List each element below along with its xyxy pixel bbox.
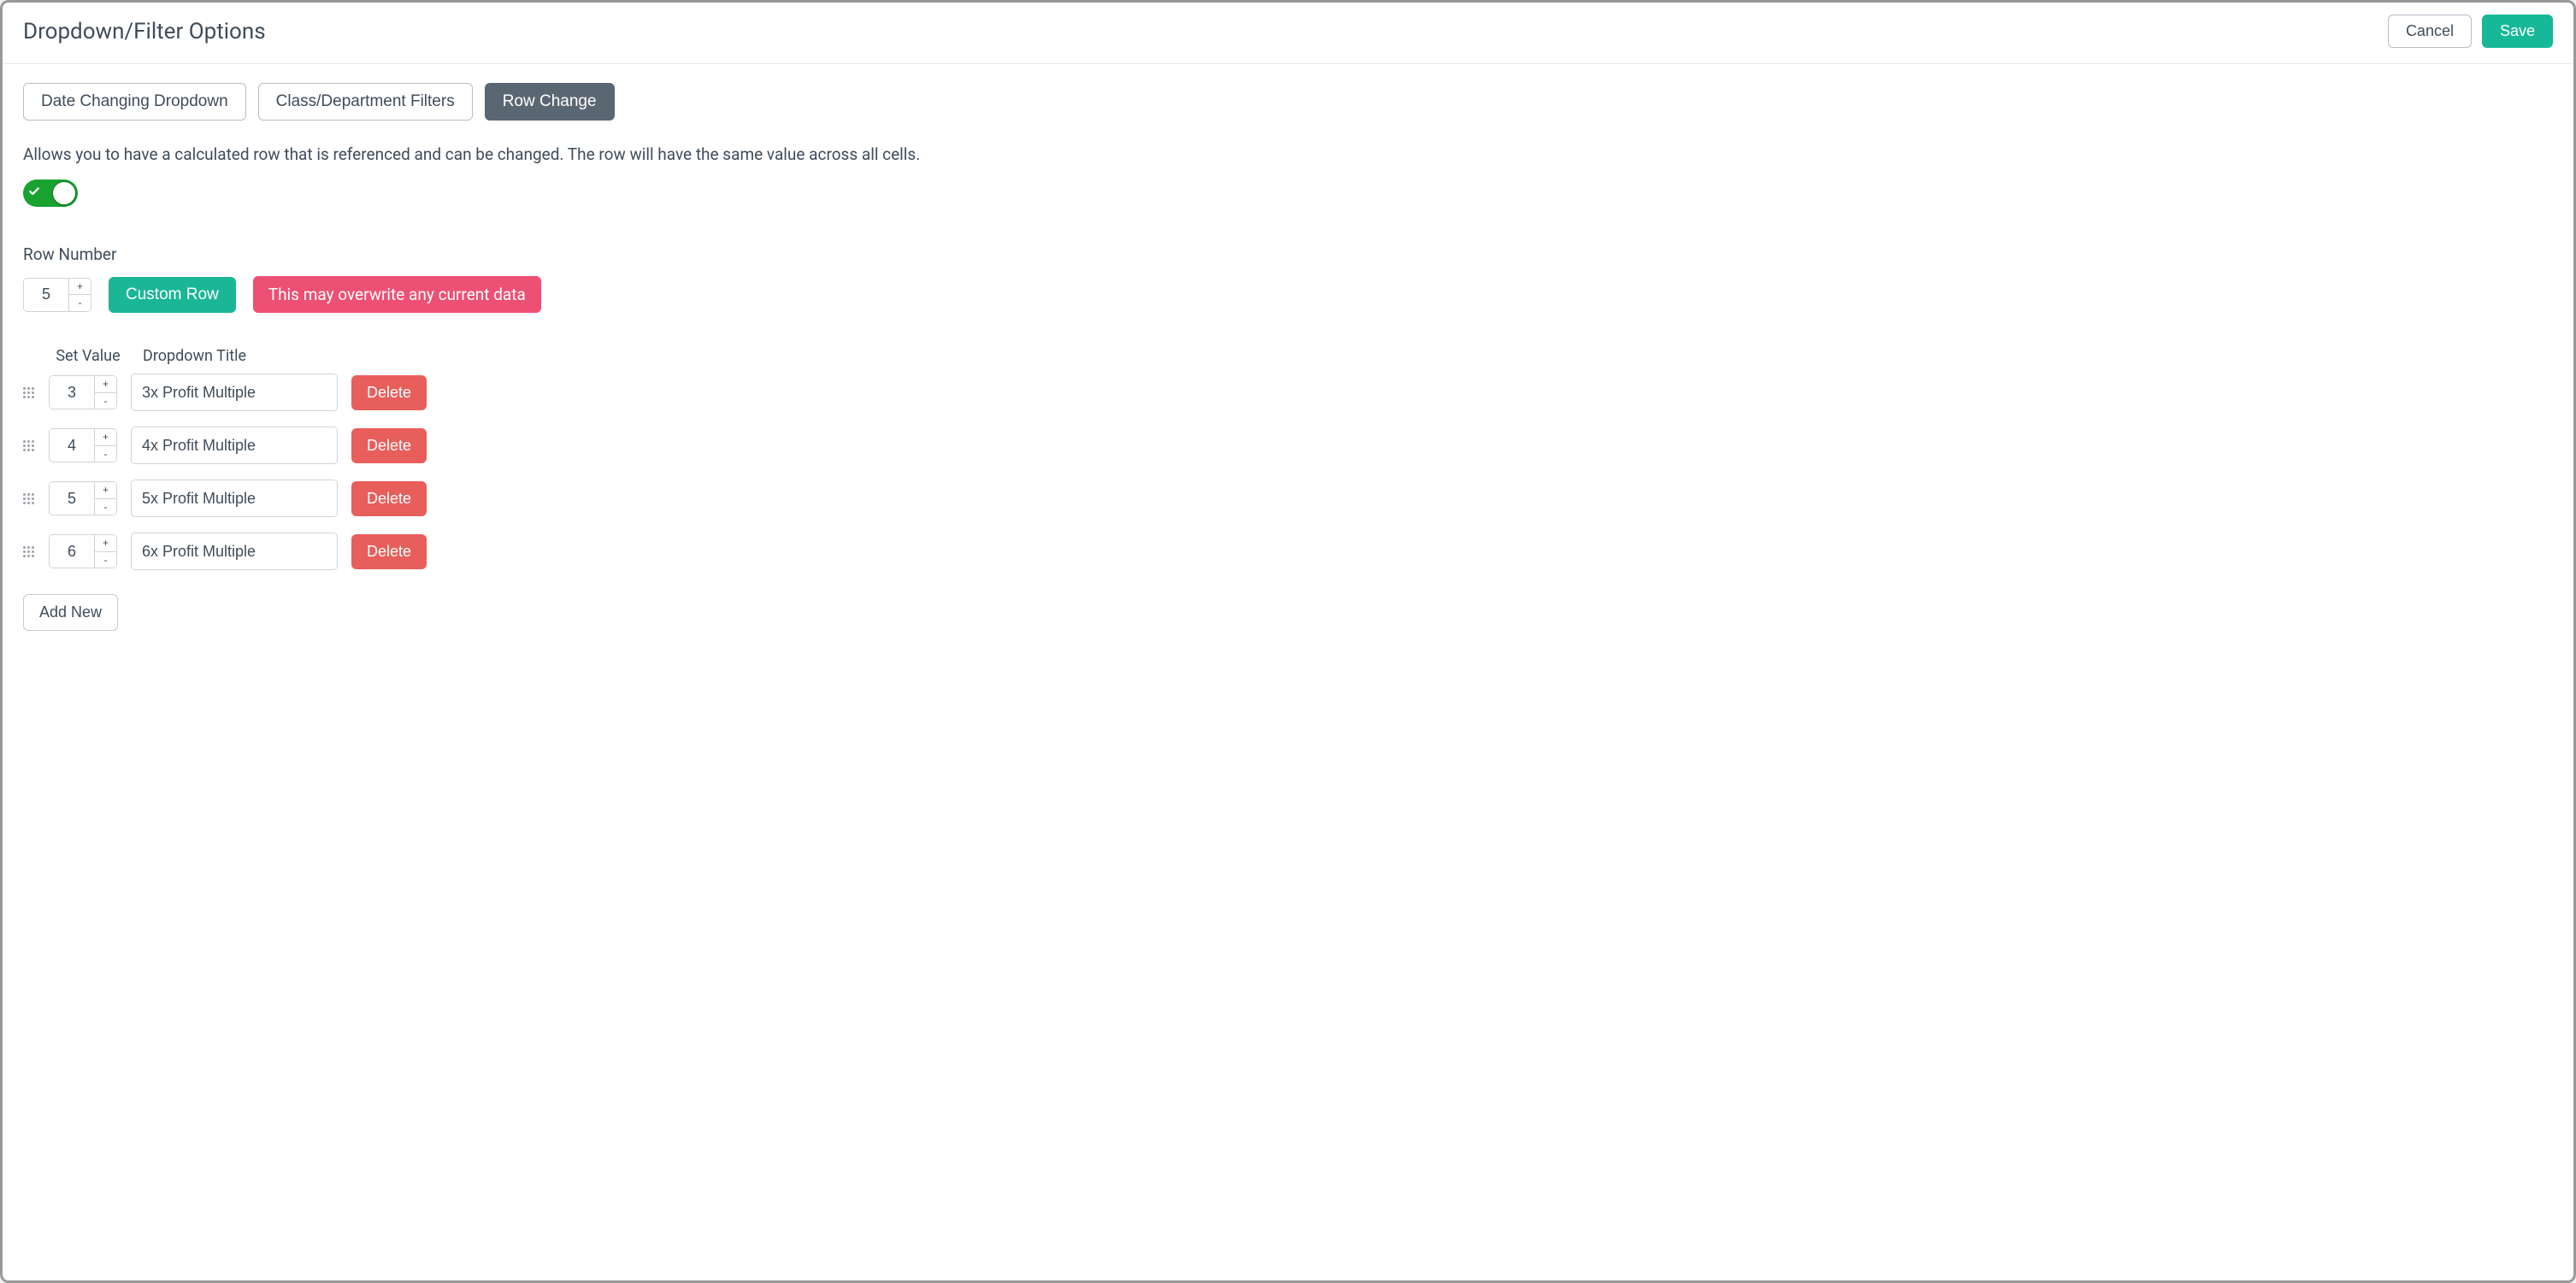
modal-title: Dropdown/Filter Options [23,19,266,44]
modal-content: Date Changing Dropdown Class/Department F… [3,64,2573,656]
set-value-input[interactable] [50,482,94,515]
step-up-button[interactable]: + [95,535,116,552]
step-down-button[interactable]: - [95,499,116,515]
options-list: +-Delete+-Delete+-Delete+-Delete [23,374,2553,570]
titlebar: Dropdown/Filter Options Cancel Save [3,3,2573,64]
delete-button[interactable]: Delete [351,481,427,516]
option-row: +- Delete [23,533,2553,570]
step-down-button[interactable]: - [69,295,91,311]
step-up-button[interactable]: + [95,376,116,393]
step-down-button[interactable]: - [95,393,116,409]
delete-button[interactable]: Delete [351,375,427,410]
step-up-button[interactable]: + [95,482,116,499]
dropdown-title-input[interactable] [131,374,338,411]
column-headers: Set Value Dropdown Title [23,347,2553,365]
option-row: +- Delete [23,427,2553,464]
set-value-stepper[interactable]: +- [49,534,117,568]
dropdown-title-input[interactable] [131,480,338,517]
delete-button[interactable]: Delete [351,534,427,569]
drag-handle-icon[interactable] [23,543,35,560]
set-value-input[interactable] [50,376,94,409]
option-row: +- Delete [23,480,2553,517]
stepper-buttons: +- [94,376,116,409]
option-row: +- Delete [23,374,2553,411]
custom-row-button[interactable]: Custom Row [109,277,236,313]
drag-handle-icon[interactable] [23,437,35,454]
toggle-knob [52,181,76,205]
drag-handle-icon[interactable] [23,384,35,401]
step-down-button[interactable]: - [95,552,116,568]
row-number-label: Row Number [23,244,2553,264]
set-value-input[interactable] [50,429,94,462]
step-up-button[interactable]: + [95,429,116,446]
dropdown-title-input[interactable] [131,427,338,464]
overwrite-warning-badge: This may overwrite any current data [253,276,541,313]
row-number-input[interactable] [24,279,68,311]
add-new-button[interactable]: Add New [23,594,118,631]
col-header-set-value: Set Value [49,347,127,365]
stepper-buttons: +- [94,535,116,568]
tab-description: Allows you to have a calculated row that… [23,144,2553,164]
row-number-stepper[interactable]: + - [23,278,91,312]
stepper-buttons: +- [94,429,116,462]
enable-toggle[interactable] [23,180,78,207]
delete-button[interactable]: Delete [351,428,427,463]
modal-window: Dropdown/Filter Options Cancel Save Date… [0,0,2576,1283]
step-up-button[interactable]: + [69,279,91,296]
tab-date-changing-dropdown[interactable]: Date Changing Dropdown [23,83,246,121]
cancel-button[interactable]: Cancel [2388,15,2472,48]
save-button[interactable]: Save [2482,15,2553,48]
titlebar-actions: Cancel Save [2388,15,2553,48]
tab-row-change[interactable]: Row Change [485,83,615,121]
stepper-buttons: +- [94,482,116,515]
set-value-stepper[interactable]: +- [49,375,117,409]
set-value-stepper[interactable]: +- [49,481,117,515]
set-value-stepper[interactable]: +- [49,428,117,462]
options-table: Set Value Dropdown Title +-Delete+-Delet… [23,347,2553,631]
drag-handle-icon[interactable] [23,490,35,507]
tab-bar: Date Changing Dropdown Class/Department F… [23,83,2553,121]
set-value-input[interactable] [50,535,94,568]
check-icon [28,185,40,201]
row-number-controls: + - Custom Row This may overwrite any cu… [23,276,2553,313]
tab-class-department-filters[interactable]: Class/Department Filters [258,83,473,121]
dropdown-title-input[interactable] [131,533,338,570]
stepper-buttons: + - [68,279,91,311]
col-header-dropdown-title: Dropdown Title [127,347,341,365]
step-down-button[interactable]: - [95,446,116,462]
